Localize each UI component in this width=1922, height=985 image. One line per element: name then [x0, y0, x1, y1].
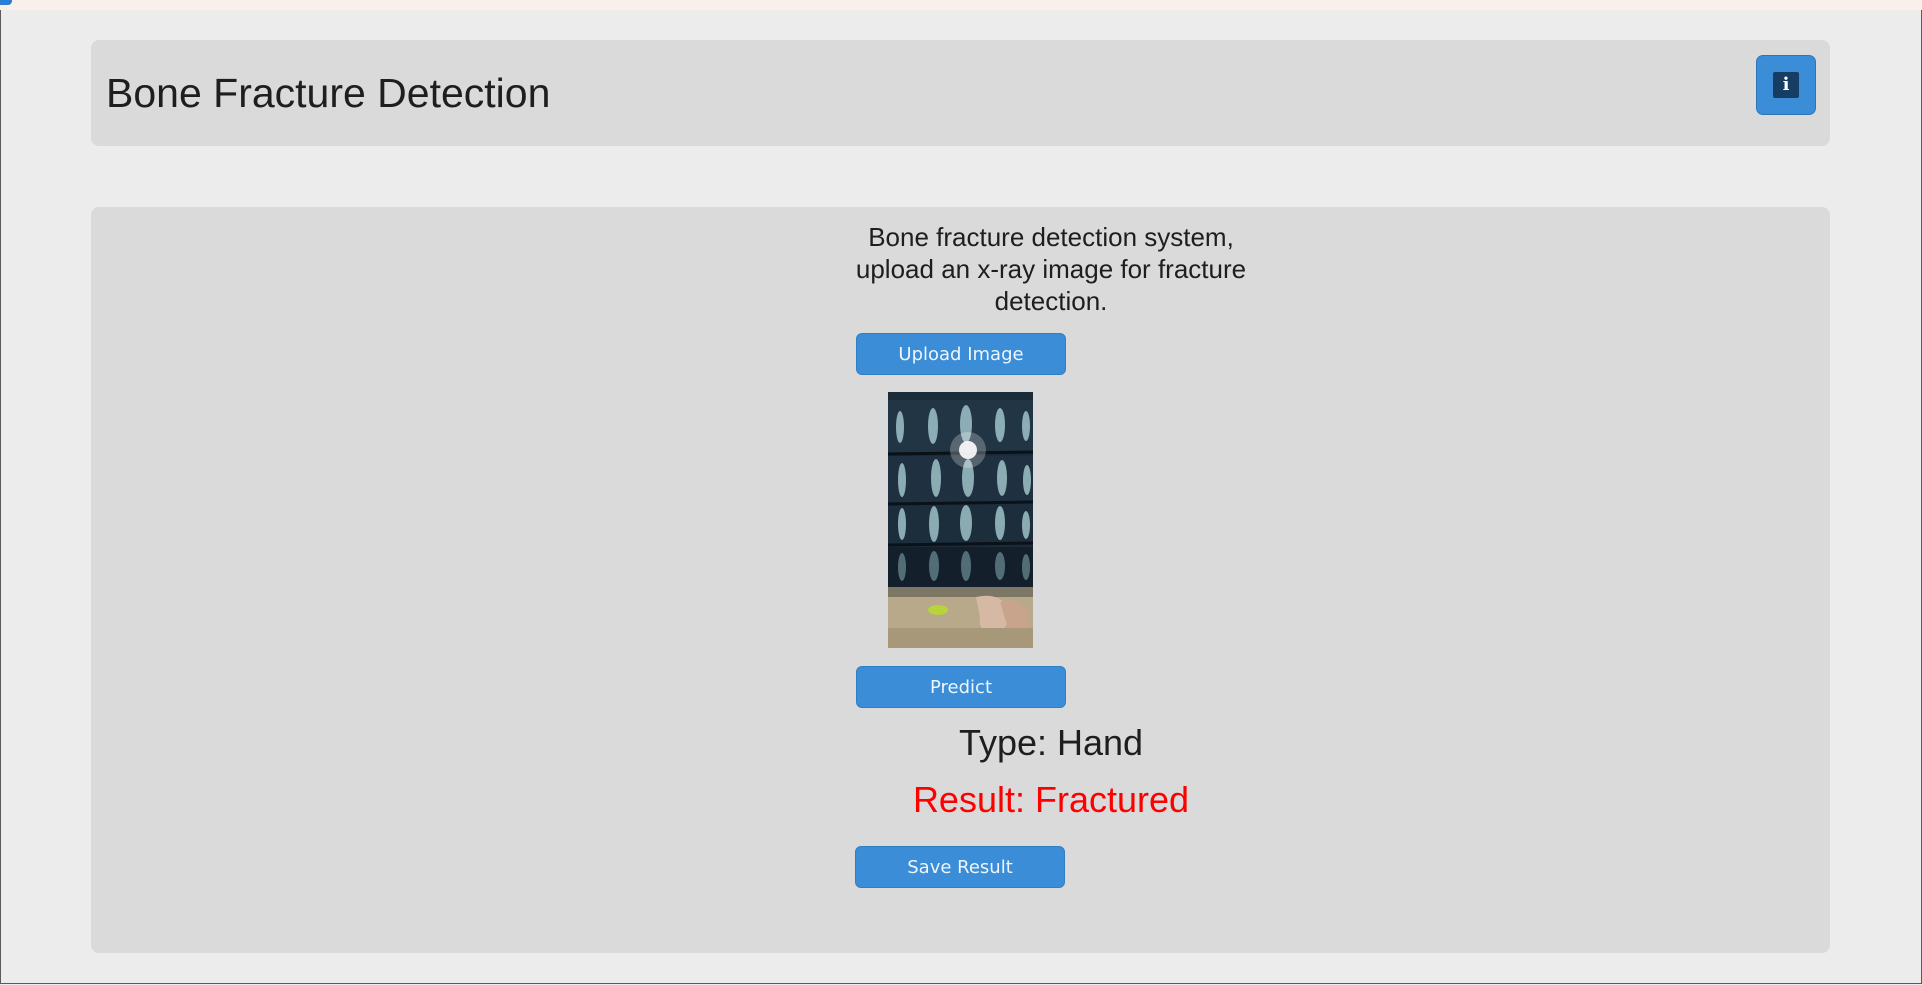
info-icon: i — [1773, 72, 1799, 98]
xray-image-preview — [888, 392, 1033, 648]
header-panel: Bone Fracture Detection i — [91, 40, 1830, 146]
result-type: Type: Hand — [958, 722, 1144, 763]
main-panel: Bone fracture detection system, upload a… — [91, 207, 1830, 953]
save-result-button[interactable]: Save Result — [855, 846, 1065, 888]
description: Bone fracture detection system, upload a… — [731, 221, 1371, 317]
window-corner-icon — [0, 0, 12, 5]
result-status: Result: Fractured — [912, 779, 1190, 820]
predict-button[interactable]: Predict — [856, 666, 1066, 708]
page-title: Bone Fracture Detection — [106, 70, 551, 116]
upload-image-button[interactable]: Upload Image — [856, 333, 1066, 375]
description-line: upload an x-ray image for fracture — [855, 254, 1247, 284]
info-button[interactable]: i — [1756, 55, 1816, 115]
description-line: Bone fracture detection system, — [868, 222, 1234, 252]
xray-image — [888, 392, 1033, 648]
top-strip — [0, 0, 1922, 10]
description-line: detection. — [994, 286, 1108, 316]
